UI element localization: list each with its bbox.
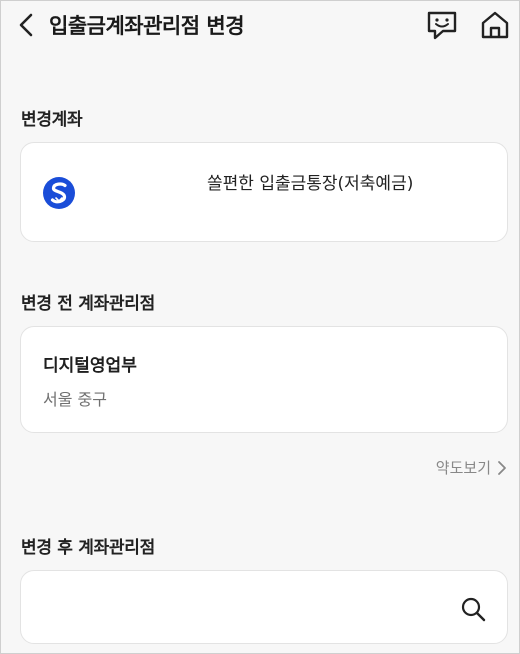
branch-name: 디지털영업부: [43, 356, 137, 376]
change-account-label: 변경계좌: [21, 110, 83, 130]
chevron-right-icon: [498, 460, 506, 475]
map-view-link[interactable]: 약도보기: [436, 457, 507, 478]
branch-search-input[interactable]: [39, 591, 453, 625]
map-view-label: 약도보기: [435, 459, 491, 477]
change-account-card: 쏠편한 입출금통장(저축예금): [20, 142, 508, 242]
top-bar: 입출금계좌관리점 변경: [1, 1, 519, 51]
branch-address: 서울 중구: [43, 390, 107, 409]
search-icon[interactable]: [459, 595, 487, 623]
before-branch-label: 변경 전 계좌관리점: [21, 294, 155, 314]
page-title: 입출금계좌관리점 변경: [49, 14, 245, 38]
chevron-left-icon[interactable]: [15, 11, 39, 39]
chat-icon[interactable]: [425, 9, 459, 41]
before-branch-card: 디지털영업부 서울 중구: [20, 326, 508, 433]
bank-logo-icon: [43, 177, 75, 209]
home-icon[interactable]: [480, 9, 510, 41]
branch-search-box: [20, 570, 508, 644]
account-name: 쏠편한 입출금통장(저축예금): [207, 174, 414, 194]
after-branch-label: 변경 후 계좌관리점: [21, 538, 155, 558]
